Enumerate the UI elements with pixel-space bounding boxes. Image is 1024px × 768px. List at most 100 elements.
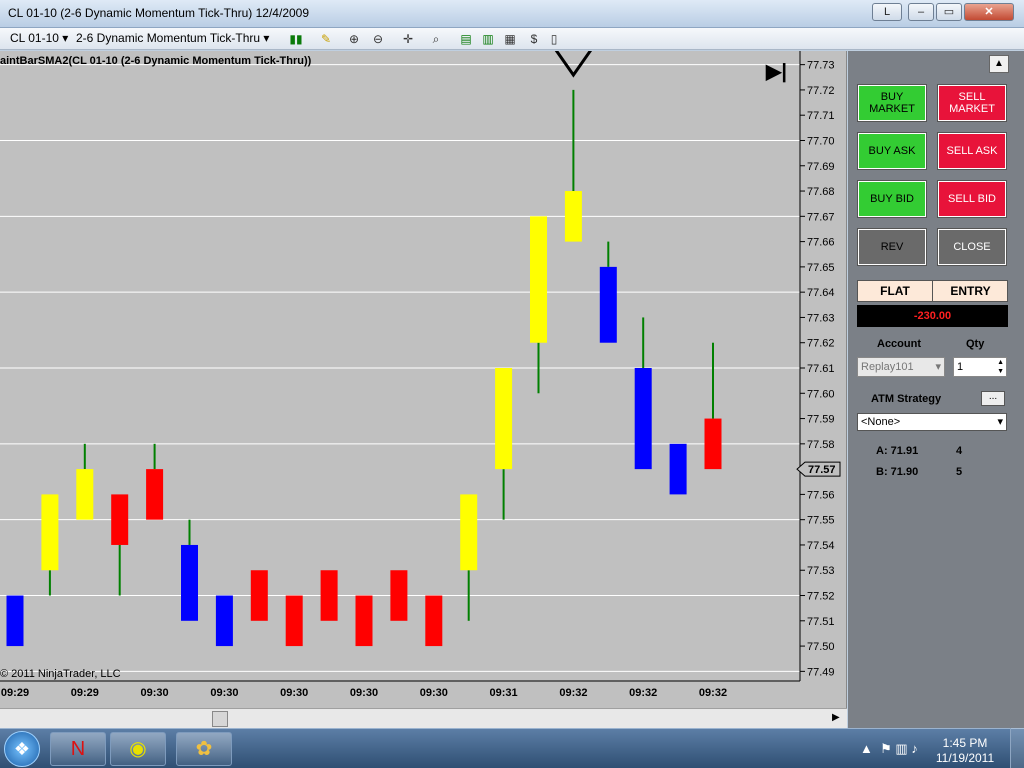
atm-strategy-button[interactable]: ... <box>981 391 1005 406</box>
strategy-icon[interactable]: $ <box>526 31 542 47</box>
y-tick-label: 77.53 <box>807 565 835 577</box>
scroll-right-icon[interactable]: ▶ <box>832 712 840 723</box>
chart-toolbar: CL 01-10 ▾ 2-6 Dynamic Momentum Tick-Thr… <box>0 28 1024 50</box>
data-box-icon[interactable]: ▥ <box>480 31 496 47</box>
y-tick-label: 77.55 <box>807 515 835 527</box>
pnl-value: -230.00 <box>857 305 1008 327</box>
zoom-in-icon[interactable]: ⊕ <box>346 31 362 47</box>
chart-pane[interactable]: 77.49 77.50 77.51 77.52 77.53 77.54 77.55 77.56… <box>0 51 847 708</box>
reverse-button[interactable]: REV <box>858 229 926 265</box>
minimize-icon[interactable]: – <box>908 3 934 21</box>
price-chart[interactable]: 77.49 77.50 77.51 77.52 77.53 77.54 77.55 77.56… <box>0 51 846 708</box>
candle-body <box>6 595 24 647</box>
candle-body <box>564 191 582 242</box>
bid-size: 5 <box>956 466 963 478</box>
paint-icon[interactable]: ✿ <box>176 732 232 766</box>
instrument-label: CL 01-10 <box>10 31 59 45</box>
atm-strategy-value: <None> <box>861 416 901 428</box>
sell-bid-button[interactable]: SELL BID <box>938 181 1006 217</box>
y-tick-label: 77.69 <box>807 161 835 173</box>
x-tick-label: 09:30 <box>420 687 448 699</box>
y-tick-label: 77.62 <box>807 338 835 350</box>
network-icon[interactable]: ▥ <box>895 741 907 756</box>
buy-bid-button[interactable]: BUY BID <box>858 181 926 217</box>
x-tick-label: 09:30 <box>210 687 238 699</box>
show-desktop-button[interactable] <box>1010 728 1024 768</box>
windows-start-icon[interactable]: ❖ <box>4 731 40 767</box>
candle-body <box>460 494 478 571</box>
crosshair-icon[interactable]: ✛ <box>400 31 416 47</box>
atm-strategy-label: ATM Strategy <box>871 393 942 405</box>
candle-body <box>250 570 268 621</box>
panel-icon[interactable]: ▤ <box>458 31 474 47</box>
sell-ask-button[interactable]: SELL ASK <box>938 133 1006 169</box>
maximize-icon[interactable]: ▭ <box>936 3 962 21</box>
y-tick-label: 77.65 <box>807 262 835 274</box>
clock-date[interactable]: 11/19/2011 <box>930 751 1000 765</box>
account-label: Account <box>877 338 921 350</box>
position-status: FLAT ENTRY <box>857 280 1008 302</box>
candle-body <box>355 595 373 647</box>
candle-body <box>285 595 303 647</box>
pencil-icon[interactable]: ✎ <box>318 31 334 47</box>
quantity-stepper[interactable]: 1 ▲ ▼ <box>953 357 1007 377</box>
y-tick-label: 77.68 <box>807 186 835 198</box>
position-flat-label: FLAT <box>858 281 933 301</box>
account-select[interactable]: Replay101 ▾ <box>857 357 945 377</box>
y-tick-label: 77.58 <box>807 439 835 451</box>
lock-icon[interactable]: ▯ <box>546 31 562 47</box>
y-tick-label: 77.59 <box>807 414 835 426</box>
candle-body <box>76 469 94 520</box>
chevron-down-icon: ▾ <box>997 416 1003 428</box>
atm-strategy-select[interactable]: <None> ▾ <box>857 413 1007 431</box>
zoom-out-icon[interactable]: ⊖ <box>370 31 386 47</box>
y-tick-label: 77.56 <box>807 489 835 501</box>
link-button[interactable]: L <box>872 3 902 21</box>
chrome-icon[interactable]: ◉ <box>110 732 166 766</box>
bid-price: B: 71.90 <box>876 466 919 478</box>
y-tick-label: 77.52 <box>807 591 835 603</box>
volume-icon[interactable]: ♪ <box>911 741 918 756</box>
y-tick-label: 77.71 <box>807 110 835 122</box>
close-icon[interactable]: ✕ <box>964 3 1014 21</box>
candle-body <box>320 570 338 621</box>
candle-body <box>425 595 443 647</box>
show-hidden-icons-icon[interactable]: ▲ <box>860 741 873 756</box>
candle-body <box>390 570 408 621</box>
stepper-arrows-icon[interactable]: ▲ ▼ <box>997 358 1004 376</box>
candle-body <box>634 368 652 470</box>
bar-type-icon[interactable]: ▮▮ <box>288 31 304 47</box>
buy-market-button[interactable]: BUY MARKET <box>858 85 926 121</box>
x-tick-label: 09:32 <box>699 687 727 699</box>
chart-trader-panel: ▲ BUY MARKET SELL MARKET BUY ASK SELL AS… <box>848 51 1024 728</box>
flag-icon[interactable]: ⚑ <box>880 741 892 756</box>
ask-size: 4 <box>956 445 963 457</box>
quantity-value: 1 <box>957 361 964 373</box>
sell-market-button[interactable]: SELL MARKET <box>938 85 1006 121</box>
x-tick-label: 09:30 <box>141 687 169 699</box>
clock-time[interactable]: 1:45 PM <box>930 736 1000 750</box>
scrollbar-thumb[interactable] <box>212 711 228 727</box>
system-tray[interactable]: ▲ ⚑ ▥ ♪ <box>860 741 918 757</box>
chart-properties-icon[interactable]: ▦ <box>502 31 518 47</box>
close-position-button[interactable]: CLOSE <box>938 229 1006 265</box>
x-tick-label: 09:29 <box>1 687 29 699</box>
instrument-select[interactable]: CL 01-10 ▾ <box>10 31 68 45</box>
current-price-label: 77.57 <box>808 464 836 476</box>
ask-price: A: 71.91 <box>876 445 919 457</box>
candle-body <box>495 368 513 470</box>
x-tick-label: 09:30 <box>350 687 378 699</box>
period-select[interactable]: 2-6 Dynamic Momentum Tick-Thru ▾ <box>76 31 269 45</box>
scroll-up-icon[interactable]: ▲ <box>989 55 1009 73</box>
chart-scrollbar[interactable]: ▶ <box>0 708 847 728</box>
x-tick-label: 09:31 <box>490 687 518 699</box>
jump-to-end-icon[interactable]: ▶| <box>766 59 787 84</box>
buy-ask-button[interactable]: BUY ASK <box>858 133 926 169</box>
x-tick-label: 09:29 <box>71 687 99 699</box>
candle-body <box>111 494 129 545</box>
magnify-icon[interactable]: ⌕ <box>428 31 444 47</box>
y-tick-label: 77.50 <box>807 641 835 653</box>
y-tick-label: 77.60 <box>807 388 835 400</box>
ninjatrader-icon[interactable]: N <box>50 732 106 766</box>
candle-body <box>599 266 617 343</box>
